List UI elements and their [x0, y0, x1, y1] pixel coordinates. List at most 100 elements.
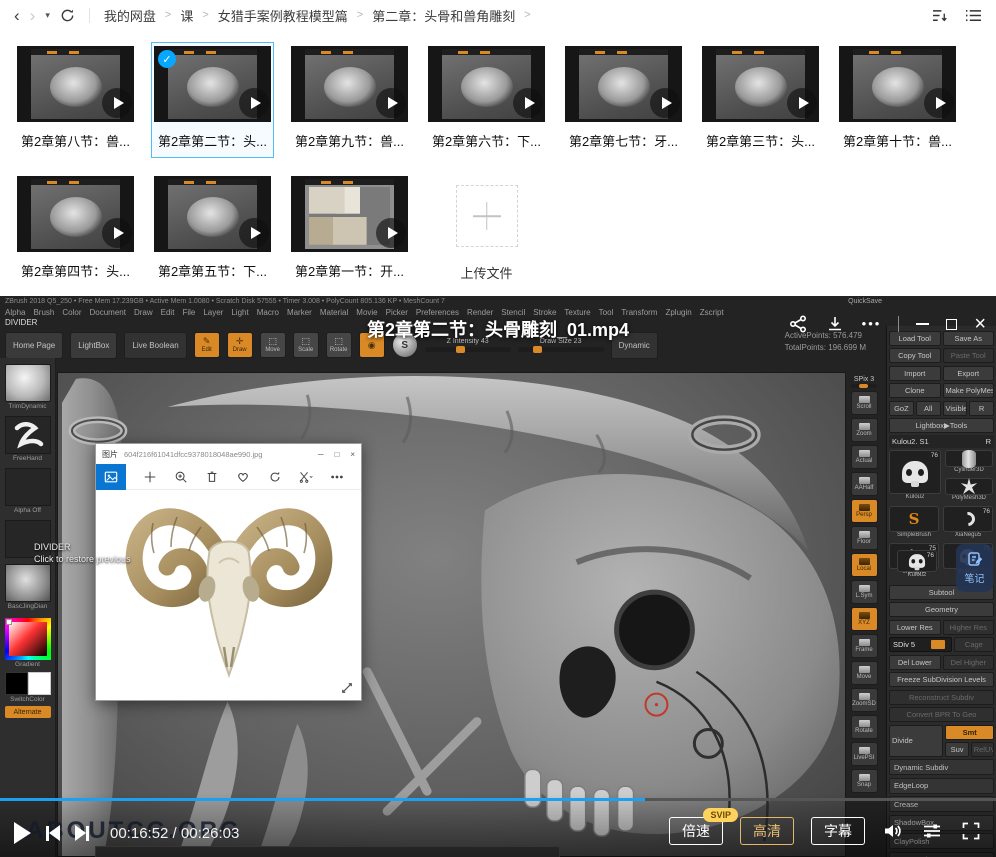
file-card[interactable]: 第2章第六节：下...	[425, 42, 548, 158]
photo-view-button[interactable]	[96, 464, 126, 490]
zbrush-menu-item[interactable]: Draw	[134, 308, 153, 317]
tool-thumb-simplebrush[interactable]: SSimpleBrush	[889, 506, 939, 538]
more-icon[interactable]	[330, 470, 344, 484]
section-dynamic-subdiv[interactable]: Dynamic Subdiv	[889, 759, 994, 775]
zbrush-menu-item[interactable]: Brush	[33, 308, 54, 317]
breadcrumb-item[interactable]: 课	[180, 6, 193, 25]
strip-button-xyz[interactable]: XYZ	[851, 607, 878, 631]
zbrush-menu-item[interactable]: Document	[90, 308, 126, 317]
playback-speed-button[interactable]: 倍速 SVIP	[669, 817, 723, 845]
tool-thumb-polymesh3d[interactable]: PolyMesh3D	[945, 478, 993, 501]
expand-icon[interactable]	[341, 682, 353, 694]
strip-button-actual[interactable]: Actual	[851, 445, 878, 469]
smt-button[interactable]: Smt	[945, 725, 994, 740]
strip-button-frame[interactable]: Frame	[851, 634, 878, 658]
strip-button-zoomsd[interactable]: ZoomSD	[851, 688, 878, 712]
video-thumbnail[interactable]	[154, 176, 271, 252]
sort-icon[interactable]	[932, 8, 949, 23]
tool-thumb-cylinder3d[interactable]: Cylinder3D	[945, 450, 993, 473]
tool-button-convert-bpr-to-geo[interactable]: Convert BPR To Geo	[889, 707, 994, 722]
zbrush-menu-item[interactable]: Stencil	[501, 308, 525, 317]
tool-button-geometry[interactable]: Geometry	[889, 602, 994, 617]
section-edgeloop[interactable]: EdgeLoop	[889, 778, 994, 794]
add-icon[interactable]	[143, 470, 157, 484]
secondary-color-swatch[interactable]	[28, 672, 51, 695]
strip-button-scroll[interactable]: Scroll	[851, 391, 878, 415]
photo-close-icon[interactable]: ×	[350, 450, 355, 459]
home-page-button[interactable]: Home Page	[5, 332, 63, 359]
play-icon[interactable]	[787, 88, 817, 118]
play-icon[interactable]	[239, 88, 269, 118]
edit-button[interactable]: ✎Edit	[194, 332, 220, 358]
zbrush-menu-item[interactable]: Texture	[564, 308, 590, 317]
file-card[interactable]: ✓第2章第二节：头...	[151, 42, 274, 158]
volume-icon[interactable]	[882, 820, 904, 842]
tool-button-freeze-subdivision-levels[interactable]: Freeze SubDivision Levels	[889, 672, 994, 687]
download-icon[interactable]	[825, 314, 845, 334]
zbrush-menu-item[interactable]: Transform	[621, 308, 657, 317]
zbrush-menu-item[interactable]: Marker	[287, 308, 312, 317]
close-button[interactable]: ×	[974, 317, 986, 331]
selected-check-icon[interactable]: ✓	[158, 50, 176, 68]
tool-button-export[interactable]: Export	[943, 366, 995, 381]
tool-thumb-xianegu5[interactable]: 76XiaNegu5	[943, 506, 993, 538]
upload-plus-icon[interactable]	[456, 185, 518, 247]
fullscreen-icon[interactable]	[960, 820, 982, 842]
tool-button-cage[interactable]: Cage	[954, 637, 994, 652]
video-thumbnail[interactable]	[702, 46, 819, 122]
file-card[interactable]: 第2章第五节：下...	[151, 172, 274, 288]
active-tool-header[interactable]: Kulou2. S1R	[889, 435, 994, 448]
tool-thumb-kulou2[interactable]: 76Kulou2	[897, 550, 937, 578]
material-sphere-button[interactable]: S	[392, 332, 418, 358]
zoom-icon[interactable]	[174, 470, 188, 484]
tool-button-copy-tool[interactable]: Copy Tool	[889, 348, 941, 363]
zbrush-menu-item[interactable]: Edit	[161, 308, 175, 317]
zbrush-menu-item[interactable]: Stroke	[533, 308, 556, 317]
draw-size-slider[interactable]: Draw Size 23	[518, 338, 604, 352]
back-icon[interactable]: ‹	[14, 7, 20, 24]
next-button[interactable]	[75, 825, 89, 841]
reluv-button[interactable]: RelUV	[971, 742, 994, 757]
video-thumbnail[interactable]	[17, 46, 134, 122]
tool-button-all[interactable]: All	[916, 401, 941, 416]
zbrush-menu-item[interactable]: Material	[320, 308, 348, 317]
more-actions-icon[interactable]: •••	[862, 321, 882, 328]
play-icon[interactable]	[239, 218, 269, 248]
breadcrumb-item[interactable]: 第二章：头骨和兽角雕刻	[372, 6, 515, 25]
upload-file-tile[interactable]: 上传文件	[425, 172, 548, 282]
settings-icon[interactable]	[921, 820, 943, 842]
play-button[interactable]	[14, 822, 31, 844]
play-icon[interactable]	[924, 88, 954, 118]
note-button[interactable]: 笔记	[956, 544, 993, 592]
spix-slider[interactable]: SPix 3	[851, 376, 877, 388]
primary-color-swatch[interactable]	[5, 672, 28, 695]
zbrush-menu-item[interactable]: Light	[231, 308, 248, 317]
video-thumbnail[interactable]	[17, 176, 134, 252]
z-intensity-slider[interactable]: Z Intensity 43	[425, 338, 511, 352]
strip-button-zoom[interactable]: Zoom	[851, 418, 878, 442]
zbrush-menu-item[interactable]: Preferences	[416, 308, 459, 317]
divide-button[interactable]: Divide	[889, 725, 943, 757]
tool-button-import[interactable]: Import	[889, 366, 941, 381]
forward-icon[interactable]: ›	[30, 7, 36, 24]
tool-thumb-kulou2[interactable]: 76Kulou2	[889, 450, 941, 500]
draw-button[interactable]: ✛Draw	[227, 332, 253, 358]
brush-mode-button[interactable]: ◉	[359, 332, 385, 358]
zbrush-quicksave[interactable]: QuickSave	[848, 298, 882, 305]
move-button[interactable]: ⬚Move	[260, 332, 286, 358]
strip-button-livepsi[interactable]: LivePSI	[851, 742, 878, 766]
strip-button-floor[interactable]: Floor	[851, 526, 878, 550]
tool-button-reconstruct-subdiv[interactable]: Reconstruct Subdiv	[889, 690, 994, 705]
lightbox-button[interactable]: LightBox	[70, 332, 117, 359]
tool-button-lower-res[interactable]: Lower Res	[889, 620, 941, 635]
play-icon[interactable]	[650, 88, 680, 118]
strip-button-local[interactable]: Local	[851, 553, 878, 577]
sdiv-slider[interactable]: SDiv 5	[889, 637, 952, 652]
zbrush-menu-item[interactable]: Zplugin	[665, 308, 691, 317]
list-view-icon[interactable]	[965, 8, 982, 23]
photo-maximize-icon[interactable]: □	[334, 450, 339, 459]
photo-minimize-icon[interactable]: ─	[318, 450, 324, 459]
dynamic-button[interactable]: Dynamic	[611, 332, 658, 359]
minimize-button[interactable]	[916, 323, 929, 325]
zbrush-menu-item[interactable]: Zscript	[700, 308, 724, 317]
